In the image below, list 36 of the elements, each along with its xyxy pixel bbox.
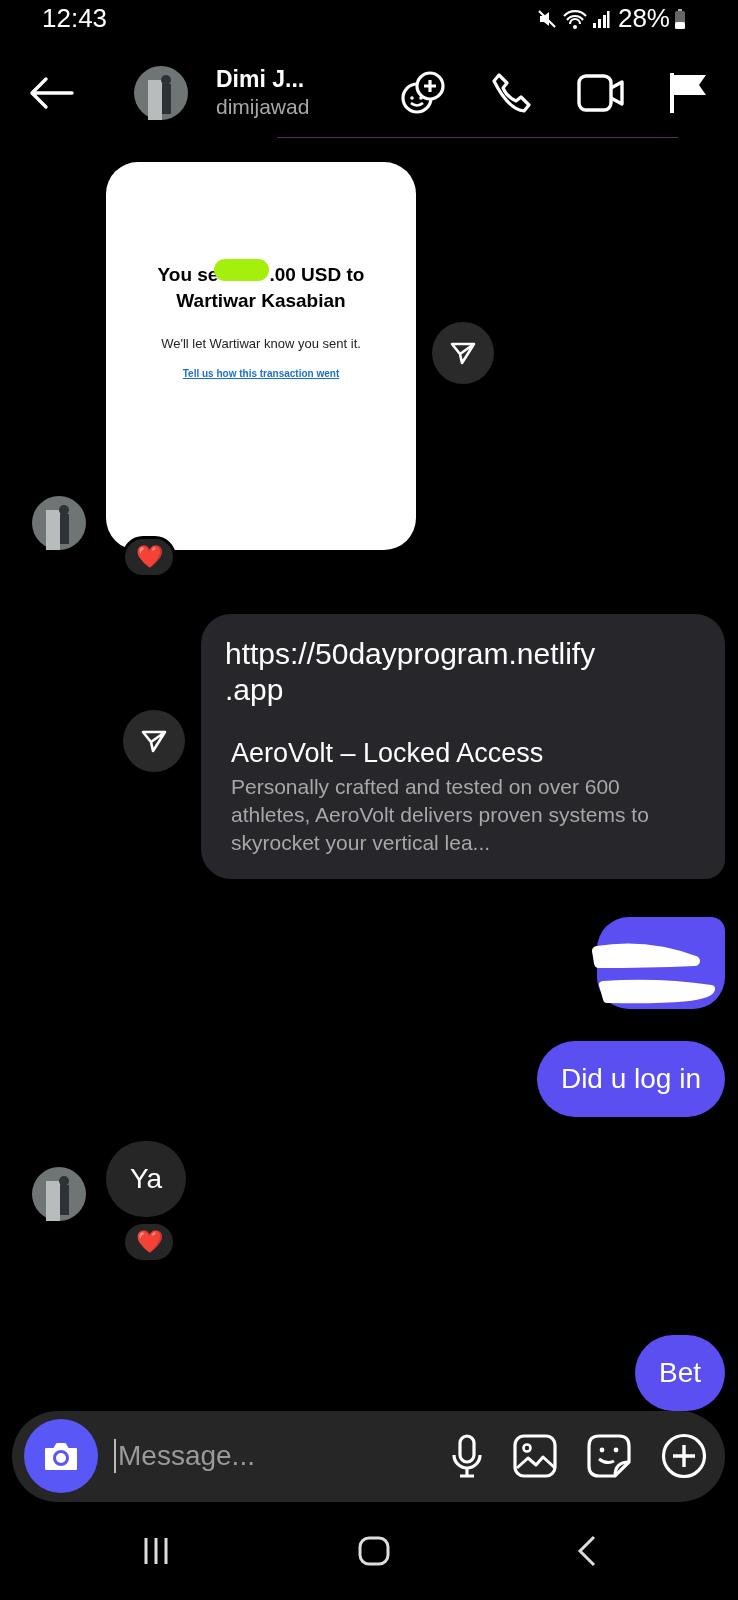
signal-icon	[591, 8, 610, 29]
group-add-icon[interactable]	[399, 68, 447, 117]
send-icon	[141, 728, 167, 755]
back-icon[interactable]	[576, 1534, 597, 1567]
link-description: Personally crafted and tested on over 600 athletes, AeroVolt delivers proven systems to skyrocket your vertical lea...	[230, 773, 650, 856]
back-arrow-icon[interactable]	[28, 75, 74, 110]
message-bubble[interactable]: Did u log in	[536, 1040, 725, 1117]
battery-percent: 28%	[617, 3, 670, 35]
camera-button[interactable]	[24, 1419, 98, 1494]
phone-icon[interactable]	[490, 70, 534, 115]
payment-recipient: Wartiwar Kasabian	[176, 288, 346, 313]
message-bubble[interactable]: Bet	[634, 1334, 725, 1411]
link-title: AeroVolt – Locked Access	[230, 737, 545, 769]
home-icon[interactable]	[358, 1534, 390, 1567]
gallery-icon[interactable]	[513, 1434, 557, 1479]
sticker-icon[interactable]	[587, 1434, 631, 1479]
message-input[interactable]: Message...	[114, 1439, 421, 1474]
clock: 12:43	[42, 3, 108, 35]
feedback-link[interactable]: Tell us how this transaction went	[182, 367, 340, 379]
mute-icon	[535, 7, 558, 30]
link-preview-bubble[interactable]: https://50dayprogram.netlify .app AeroVolt – Locked Access Personally crafted and tested on over 600 athletes, AeroVolt delivers proven systems to skyrocket your vertical lea...	[201, 613, 725, 879]
link-url[interactable]: https://50dayprogram.netlify .app	[225, 635, 703, 708]
message-bubble[interactable]: Ya	[106, 1140, 187, 1217]
avatar[interactable]	[32, 1166, 86, 1221]
video-camera-icon[interactable]	[577, 72, 625, 113]
avatar[interactable]	[32, 495, 86, 550]
flag-icon[interactable]	[668, 70, 708, 115]
battery-icon	[674, 7, 686, 30]
payment-note: We'll let Wartiwar know you sent it.	[161, 335, 361, 351]
camera-icon	[43, 1441, 79, 1472]
contact-name[interactable]: Dimi J...	[216, 66, 336, 94]
avatar[interactable]	[134, 65, 188, 120]
wifi-icon	[561, 7, 588, 30]
contact-username: dimijawad	[216, 95, 311, 120]
plus-icon[interactable]	[661, 1433, 707, 1480]
microphone-icon[interactable]	[451, 1434, 483, 1479]
